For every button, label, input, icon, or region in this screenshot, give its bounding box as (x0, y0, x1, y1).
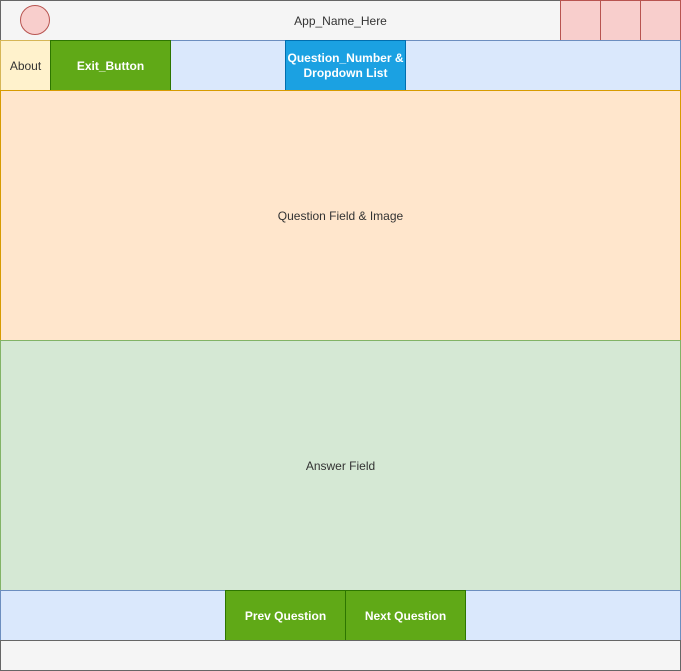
minimize-window-button[interactable] (560, 0, 601, 41)
app-name-title: App_Name_Here (294, 13, 387, 28)
answer-field[interactable]: Answer Field (0, 340, 681, 591)
question-number-label: Question_Number & Dropdown List (287, 50, 404, 80)
about-button[interactable]: About (0, 40, 51, 91)
close-window-button[interactable] (640, 0, 681, 41)
app-icon (20, 5, 50, 35)
next-question-label: Next Question (364, 608, 447, 623)
exit-button[interactable]: Exit_Button (50, 40, 171, 91)
question-field: Question Field & Image (0, 90, 681, 341)
prev-question-label: Prev Question (244, 608, 327, 623)
question-number-dropdown[interactable]: Question_Number & Dropdown List (285, 40, 406, 91)
status-bar (0, 640, 681, 671)
exit-label: Exit_Button (76, 58, 145, 73)
maximize-window-button[interactable] (600, 0, 641, 41)
about-label: About (9, 58, 42, 73)
question-field-label: Question Field & Image (277, 208, 404, 223)
prev-question-button[interactable]: Prev Question (225, 590, 346, 641)
answer-field-label: Answer Field (305, 458, 376, 473)
next-question-button[interactable]: Next Question (345, 590, 466, 641)
